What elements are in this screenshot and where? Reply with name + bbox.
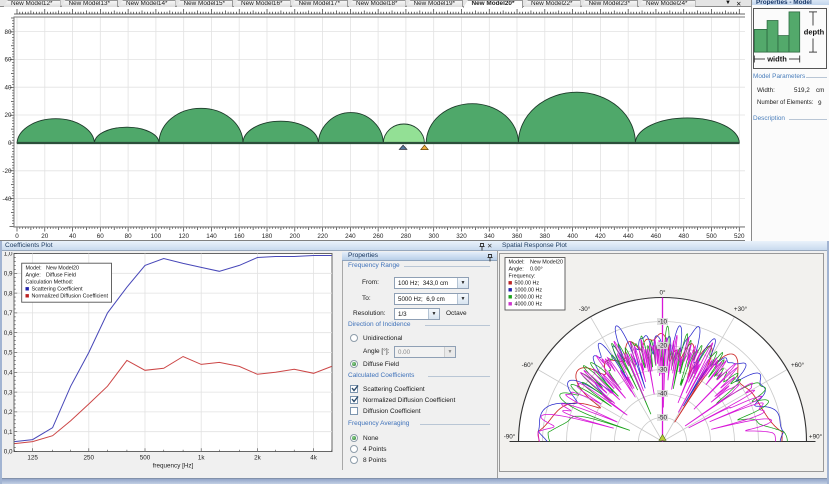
svg-text:0,6: 0,6 (4, 330, 13, 337)
svg-text:0,7: 0,7 (4, 310, 13, 317)
svg-text:0.00°: 0.00° (530, 266, 543, 272)
svg-text:340: 340 (484, 233, 495, 240)
svg-text:80: 80 (125, 233, 133, 240)
svg-text:frequency [Hz]: frequency [Hz] (153, 463, 194, 470)
svg-text:New Model20: New Model20 (46, 265, 79, 271)
svg-text:-40: -40 (2, 196, 12, 203)
svg-text:Model:: Model: (509, 259, 525, 265)
svg-text:280: 280 (401, 233, 412, 240)
svg-text:300: 300 (428, 233, 439, 240)
svg-text:-60°: -60° (522, 361, 534, 369)
svg-text:0°: 0° (659, 289, 666, 297)
svg-text:100: 100 (151, 233, 162, 240)
svg-text:180: 180 (262, 233, 273, 240)
svg-text:380: 380 (540, 233, 551, 240)
svg-text:0,5: 0,5 (4, 350, 13, 357)
svg-text:0: 0 (15, 233, 19, 240)
svg-text:480: 480 (678, 233, 689, 240)
svg-text:Normalized Diffusion Coefficie: Normalized Diffusion Coefficient (32, 293, 109, 299)
svg-text:0,1: 0,1 (4, 429, 13, 436)
svg-text:0,8: 0,8 (4, 290, 13, 297)
svg-text:60: 60 (4, 57, 12, 64)
svg-text:Scattering Coefficient: Scattering Coefficient (32, 286, 84, 292)
svg-text:200: 200 (290, 233, 301, 240)
svg-text:0,9: 0,9 (4, 271, 13, 278)
svg-text:-30: -30 (658, 367, 668, 374)
svg-text:240: 240 (345, 233, 356, 240)
svg-text:120: 120 (178, 233, 189, 240)
svg-text:20: 20 (4, 112, 12, 119)
svg-text:360: 360 (512, 233, 523, 240)
svg-text:-50: -50 (658, 415, 668, 422)
svg-text:125: 125 (27, 455, 38, 462)
svg-text:-90°: -90° (504, 433, 516, 441)
svg-text:500.00 Hz: 500.00 Hz (515, 280, 540, 286)
svg-text:-10: -10 (658, 319, 668, 326)
svg-text:+30°: +30° (734, 305, 748, 313)
svg-text:1000.00 Hz: 1000.00 Hz (515, 287, 543, 293)
svg-text:4000.00 Hz: 4000.00 Hz (515, 301, 543, 307)
svg-text:260: 260 (373, 233, 384, 240)
svg-text:420: 420 (595, 233, 606, 240)
svg-text:0,0: 0,0 (4, 449, 13, 456)
svg-text:20: 20 (41, 233, 49, 240)
svg-text:-40: -40 (658, 391, 668, 398)
svg-text:Calculation Method:: Calculation Method: (26, 279, 74, 285)
svg-text:1k: 1k (198, 455, 206, 462)
svg-text:400: 400 (567, 233, 578, 240)
svg-text:2k: 2k (254, 455, 262, 462)
svg-text:80: 80 (4, 29, 12, 36)
svg-text:500: 500 (706, 233, 717, 240)
svg-text:1,0: 1,0 (4, 252, 13, 258)
svg-text:-30°: -30° (579, 305, 591, 313)
svg-text:Angle:: Angle: (26, 272, 41, 278)
svg-text:Angle:: Angle: (509, 266, 524, 272)
svg-text:Model:: Model: (26, 265, 42, 271)
svg-text:Diffuse Field: Diffuse Field (46, 272, 76, 278)
svg-text:-20: -20 (2, 168, 12, 175)
svg-text:460: 460 (651, 233, 662, 240)
svg-text:500: 500 (140, 455, 151, 462)
svg-text:60: 60 (97, 233, 105, 240)
svg-text:-20: -20 (658, 343, 668, 350)
svg-text:320: 320 (456, 233, 467, 240)
svg-text:4k: 4k (310, 455, 318, 462)
svg-text:New Model20: New Model20 (530, 259, 563, 265)
svg-text:40: 40 (4, 84, 12, 91)
svg-text:520: 520 (734, 233, 745, 240)
svg-text:Frequency:: Frequency: (509, 273, 536, 279)
svg-text:220: 220 (317, 233, 328, 240)
svg-text:+90°: +90° (809, 433, 823, 441)
svg-text:40: 40 (69, 233, 77, 240)
svg-text:0: 0 (8, 140, 12, 147)
svg-text:440: 440 (623, 233, 634, 240)
svg-text:2000.00 Hz: 2000.00 Hz (515, 294, 543, 300)
svg-text:+60°: +60° (791, 361, 805, 369)
svg-text:160: 160 (234, 233, 245, 240)
svg-text:250: 250 (84, 455, 95, 462)
svg-text:0,3: 0,3 (4, 389, 13, 396)
svg-text:140: 140 (206, 233, 217, 240)
svg-text:0,4: 0,4 (4, 370, 13, 377)
svg-text:0,2: 0,2 (4, 409, 13, 416)
